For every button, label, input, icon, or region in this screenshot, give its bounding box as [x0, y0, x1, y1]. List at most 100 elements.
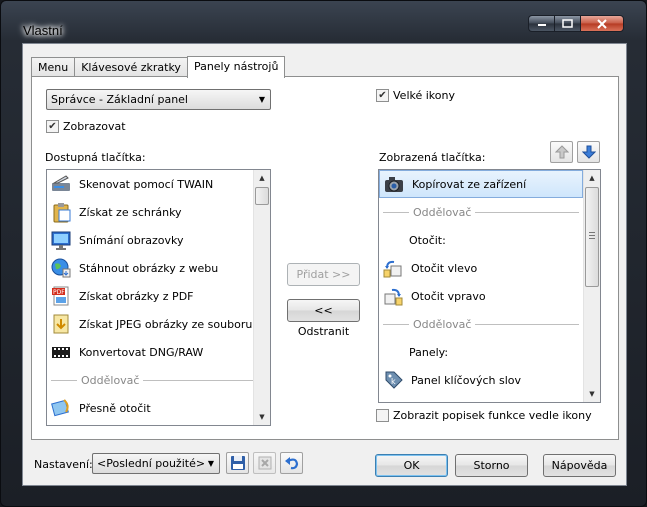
- reset-settings-button[interactable]: [280, 452, 303, 474]
- rotate-left-icon: [381, 256, 405, 280]
- globe-icon: [49, 256, 73, 280]
- scroll-down-icon[interactable]: ▼: [254, 409, 270, 425]
- show-caption-checkbox[interactable]: Zobrazit popisek funkce vedle ikony: [376, 409, 592, 422]
- maximize-button[interactable]: [554, 15, 580, 32]
- dialog-window: Vlastní Menu Klávesové zkratky Panely ná…: [0, 0, 647, 507]
- keyword-tag-icon: k: [381, 368, 405, 392]
- shown-buttons-list[interactable]: Kopírovat ze zařízení Oddělovač Otočit: …: [378, 169, 601, 403]
- tab-menu[interactable]: Menu: [31, 57, 76, 77]
- minimize-button[interactable]: [528, 15, 554, 32]
- scroll-up-icon[interactable]: ▲: [254, 170, 270, 186]
- large-icons-label: Velké ikony: [393, 89, 455, 102]
- list-item[interactable]: Otočit vlevo: [379, 254, 600, 282]
- tab-strip: Menu Klávesové zkratky Panely nástrojů: [31, 55, 286, 78]
- group-label-item[interactable]: Otočit:: [379, 226, 600, 254]
- monitor-icon: [49, 228, 73, 252]
- checkbox-check-icon: ✔: [376, 89, 389, 102]
- film-icon: [49, 340, 73, 364]
- shown-scrollbar[interactable]: ▲ ▼: [583, 170, 600, 402]
- pdf-icon: PDF: [49, 284, 73, 308]
- list-item-label: Konvertovat DNG/RAW: [79, 345, 204, 359]
- show-checkbox[interactable]: ✔ Zobrazovat: [46, 120, 126, 133]
- list-item-label: Stáhnout obrázky z webu: [79, 261, 219, 275]
- caption-buttons: [528, 15, 624, 32]
- scroll-down-icon[interactable]: ▼: [584, 386, 600, 402]
- window-title: Vlastní: [23, 23, 63, 38]
- help-button[interactable]: Nápověda: [543, 454, 616, 477]
- large-icons-checkbox[interactable]: ✔ Velké ikony: [376, 89, 455, 102]
- scroll-up-icon[interactable]: ▲: [584, 170, 600, 186]
- save-icon: [230, 456, 245, 470]
- svg-text:k: k: [391, 377, 396, 386]
- toolbar-select-value: Správce - Základní panel: [51, 93, 188, 106]
- list-item-selected[interactable]: Kopírovat ze zařízení: [379, 170, 583, 198]
- ok-button[interactable]: OK: [375, 454, 448, 477]
- arrow-down-icon: [581, 145, 596, 159]
- list-item[interactable]: PDF Získat obrázky z PDF: [47, 282, 270, 310]
- scrollbar-thumb[interactable]: [255, 187, 269, 205]
- separator-label: Oddělovač: [81, 373, 140, 387]
- list-item[interactable]: Otočit vpravo: [379, 282, 600, 310]
- toolbar-select[interactable]: Správce - Základní panel ▼: [46, 89, 271, 110]
- tab-page-toolbars: Správce - Základní panel ▼ ✔ Velké ikony…: [31, 76, 619, 440]
- delete-settings-button[interactable]: [253, 452, 276, 474]
- group-label: Panely:: [409, 345, 449, 359]
- arrow-up-icon: [554, 145, 569, 159]
- list-item-label: Otočit vlevo: [411, 261, 478, 275]
- minimize-icon: [537, 23, 546, 26]
- tab-shortcuts[interactable]: Klávesové zkratky: [74, 57, 188, 77]
- rotate-exact-icon: [49, 396, 73, 420]
- separator-item[interactable]: Oddělovač: [379, 310, 583, 338]
- available-buttons-label: Dostupná tlačítka:: [45, 151, 146, 164]
- show-label: Zobrazovat: [63, 120, 126, 133]
- clipboard-icon: [49, 200, 73, 224]
- tab-toolbars[interactable]: Panely nástrojů: [186, 56, 286, 78]
- list-item-label: Otočit vpravo: [411, 289, 486, 303]
- remove-button[interactable]: << Odstranit: [287, 299, 360, 338]
- cancel-button[interactable]: Storno: [455, 454, 528, 477]
- list-item[interactable]: Stáhnout obrázky z webu: [47, 254, 270, 282]
- settings-select-value: <Poslední použité>: [97, 457, 206, 470]
- move-down-button[interactable]: [577, 141, 600, 163]
- scrollbar-thumb[interactable]: [585, 187, 599, 287]
- chevron-down-icon: ▼: [207, 459, 214, 468]
- list-item[interactable]: Získat JPEG obrázky ze souboru: [47, 310, 270, 338]
- available-scrollbar[interactable]: ▲ ▼: [253, 170, 270, 425]
- svg-text:PDF: PDF: [53, 289, 65, 296]
- close-icon: [597, 18, 607, 29]
- settings-select[interactable]: <Poslední použité> ▼: [92, 453, 220, 474]
- list-item-label: Přesně otočit: [79, 401, 151, 415]
- jpeg-file-icon: [49, 312, 73, 336]
- add-button[interactable]: Přidat >>: [287, 263, 360, 286]
- separator-label: Oddělovač: [413, 317, 472, 331]
- list-item-label: Skenovat pomocí TWAIN: [79, 177, 214, 191]
- maximize-icon: [562, 19, 573, 28]
- checkbox-check-icon: ✔: [46, 120, 59, 133]
- camera-icon: [382, 172, 406, 196]
- separator-item[interactable]: Oddělovač: [47, 366, 270, 394]
- show-caption-label: Zobrazit popisek funkce vedle ikony: [393, 409, 592, 422]
- delete-icon: [258, 456, 271, 470]
- save-settings-button[interactable]: [226, 452, 249, 474]
- list-item-label: Získat ze schránky: [79, 205, 182, 219]
- group-label-item[interactable]: Panely:: [379, 338, 600, 366]
- move-up-button[interactable]: [550, 141, 573, 163]
- list-item-label: Získat JPEG obrázky ze souboru: [79, 317, 253, 331]
- shown-buttons-label: Zobrazená tlačítka:: [379, 151, 486, 164]
- list-item[interactable]: Snímání obrazovky: [47, 226, 270, 254]
- scanner-icon: [49, 172, 73, 196]
- group-label: Otočit:: [409, 233, 446, 247]
- rotate-right-icon: [381, 284, 405, 308]
- list-item[interactable]: Skenovat pomocí TWAIN: [47, 170, 270, 198]
- available-buttons-list[interactable]: Skenovat pomocí TWAIN Získat ze schránky…: [46, 169, 271, 426]
- list-item-label: Snímání obrazovky: [79, 233, 184, 247]
- close-button[interactable]: [580, 15, 624, 32]
- list-item[interactable]: k Panel klíčových slov: [379, 366, 600, 394]
- separator-item[interactable]: Oddělovač: [379, 198, 583, 226]
- undo-icon: [284, 457, 298, 470]
- chevron-down-icon: ▼: [258, 95, 265, 104]
- list-item[interactable]: Konvertovat DNG/RAW: [47, 338, 270, 366]
- list-item[interactable]: Přesně otočit: [47, 394, 270, 422]
- list-item[interactable]: Získat ze schránky: [47, 198, 270, 226]
- list-item-label: Získat obrázky z PDF: [79, 289, 194, 303]
